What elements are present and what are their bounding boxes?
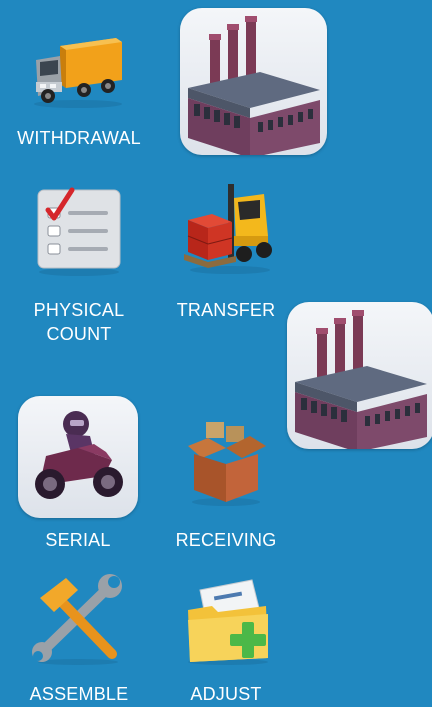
physical-count-label-line1: PHYSICAL bbox=[33, 300, 125, 320]
tools-icon bbox=[30, 570, 126, 666]
withdrawal-button[interactable]: WITHDRAWAL bbox=[14, 20, 144, 152]
assemble-button[interactable]: ASSEMBLE bbox=[14, 568, 144, 707]
adjust-label: ADJUST bbox=[190, 684, 262, 704]
physical-count-label-line2: COUNT bbox=[46, 324, 112, 344]
serial-tile bbox=[18, 396, 138, 518]
open-box-icon bbox=[180, 414, 272, 506]
assemble-label: ASSEMBLE bbox=[29, 684, 129, 704]
truck-icon bbox=[30, 30, 126, 110]
factory-tile[interactable] bbox=[287, 302, 432, 449]
adjust-button[interactable]: ADJUST bbox=[170, 576, 282, 707]
checklist-icon bbox=[34, 186, 124, 276]
transfer-button[interactable]: TRANSFER bbox=[166, 180, 286, 328]
forklift-icon bbox=[184, 180, 276, 276]
factory-tile[interactable] bbox=[180, 8, 327, 155]
transfer-label: TRANSFER bbox=[176, 300, 276, 320]
receiving-label: RECEIVING bbox=[175, 530, 277, 550]
receiving-button[interactable]: RECEIVING bbox=[170, 410, 282, 556]
serial-label: SERIAL bbox=[45, 530, 111, 550]
factory-icon bbox=[287, 302, 432, 449]
motorcycle-icon bbox=[24, 402, 132, 510]
folder-add-icon bbox=[182, 576, 280, 668]
physical-count-button[interactable]: PHYSICAL COUNT bbox=[14, 180, 144, 350]
serial-button[interactable]: SERIAL bbox=[14, 396, 142, 556]
factory-icon bbox=[180, 8, 327, 155]
withdrawal-label: WITHDRAWAL bbox=[17, 128, 141, 148]
